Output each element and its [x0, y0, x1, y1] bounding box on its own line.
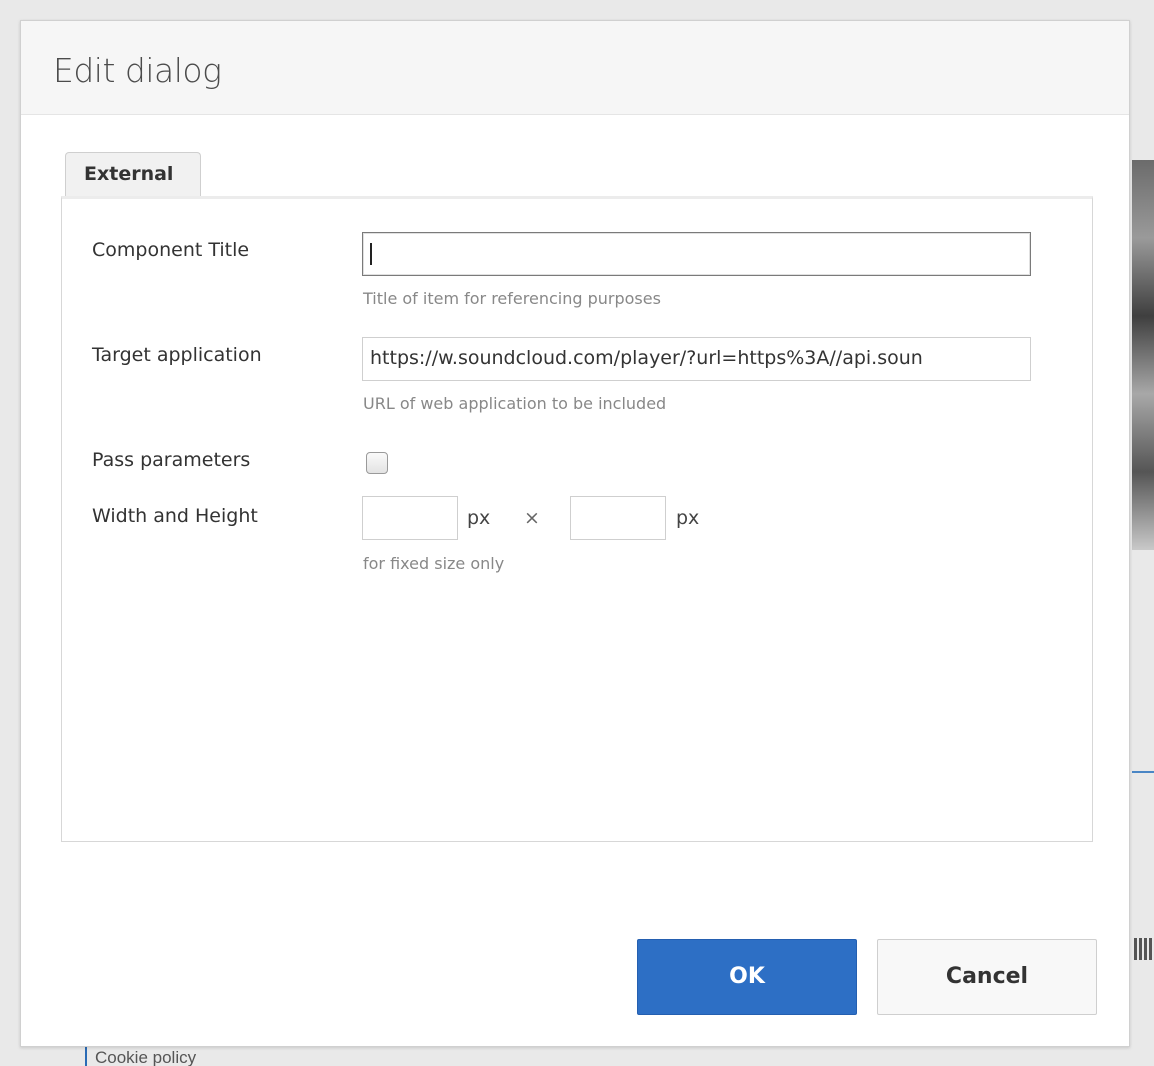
width-unit: px — [467, 507, 491, 529]
ok-button[interactable]: OK — [637, 939, 857, 1015]
component-title-input[interactable] — [362, 232, 1031, 276]
edit-dialog: Edit dialog External Component Title Tit… — [20, 20, 1130, 1047]
tab-panel: Component Title Title of item for refere… — [61, 196, 1093, 842]
width-height-label: Width and Height — [92, 505, 258, 527]
cookie-policy-link[interactable]: Cookie policy — [85, 1047, 196, 1066]
tab-external[interactable]: External — [65, 152, 201, 196]
target-application-label: Target application — [92, 344, 262, 366]
text-caret — [370, 242, 372, 265]
target-application-input[interactable]: https://w.soundcloud.com/player/?url=htt… — [362, 337, 1031, 381]
pass-parameters-label: Pass parameters — [92, 449, 251, 471]
height-unit: px — [676, 507, 700, 529]
tab-label: External — [84, 163, 174, 185]
component-title-hint: Title of item for referencing purposes — [363, 289, 661, 308]
width-input[interactable] — [362, 496, 458, 540]
background-page-image — [1132, 160, 1154, 550]
background-chart-fragment — [1134, 938, 1152, 960]
cancel-button[interactable]: Cancel — [877, 939, 1097, 1015]
times-separator: × — [524, 507, 540, 529]
target-application-hint: URL of web application to be included — [363, 394, 667, 413]
component-title-label: Component Title — [92, 239, 250, 261]
height-input[interactable] — [570, 496, 666, 540]
pass-parameters-checkbox[interactable] — [366, 452, 388, 474]
dialog-title: Edit dialog — [53, 51, 222, 90]
background-divider — [1132, 771, 1154, 773]
width-height-hint: for fixed size only — [363, 554, 505, 573]
dialog-header: Edit dialog — [21, 21, 1129, 115]
